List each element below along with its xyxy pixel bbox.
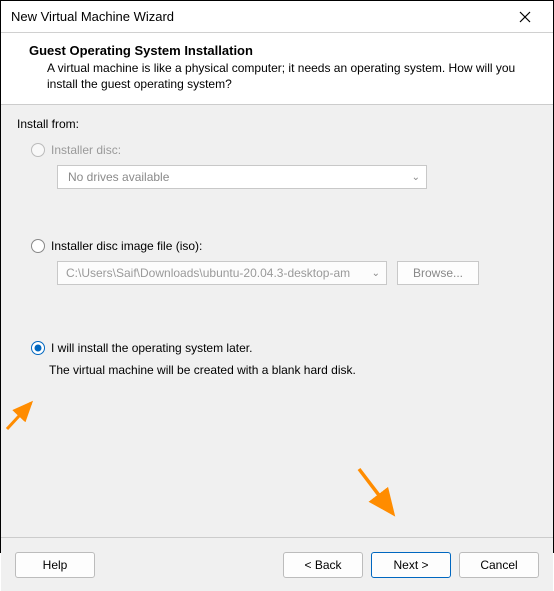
radio-iso-file[interactable] bbox=[31, 239, 45, 253]
titlebar: New Virtual Machine Wizard bbox=[1, 1, 553, 33]
chevron-down-icon: ⌄ bbox=[412, 172, 420, 183]
radio-installer-disc-label: Installer disc: bbox=[51, 143, 121, 157]
radio-install-later-label: I will install the operating system late… bbox=[51, 341, 252, 355]
install-from-label: Install from: bbox=[17, 117, 537, 131]
disc-drive-dropdown: No drives available ⌄ bbox=[57, 165, 427, 189]
wizard-content: Install from: Installer disc: No drives … bbox=[1, 105, 553, 537]
next-button[interactable]: Next > bbox=[371, 552, 451, 578]
option-iso-file[interactable]: Installer disc image file (iso): bbox=[31, 239, 537, 253]
iso-path-combobox: C:\Users\Saif\Downloads\ubuntu-20.04.3-d… bbox=[57, 261, 387, 285]
wizard-step-title: Guest Operating System Installation bbox=[29, 43, 537, 58]
wizard-step-description: A virtual machine is like a physical com… bbox=[29, 60, 537, 92]
close-button[interactable] bbox=[505, 3, 545, 31]
help-button[interactable]: Help bbox=[15, 552, 95, 578]
wizard-header: Guest Operating System Installation A vi… bbox=[1, 33, 553, 105]
back-button[interactable]: < Back bbox=[283, 552, 363, 578]
close-icon bbox=[519, 11, 531, 23]
option-install-later[interactable]: I will install the operating system late… bbox=[31, 341, 537, 355]
cancel-button[interactable]: Cancel bbox=[459, 552, 539, 578]
annotation-arrow-icon bbox=[353, 463, 413, 526]
option-installer-disc: Installer disc: bbox=[31, 143, 537, 157]
radio-install-later[interactable] bbox=[31, 341, 45, 355]
radio-iso-file-label: Installer disc image file (iso): bbox=[51, 239, 202, 253]
wizard-footer: Help < Back Next > Cancel bbox=[1, 537, 553, 591]
disc-drive-value: No drives available bbox=[68, 170, 169, 184]
install-later-hint: The virtual machine will be created with… bbox=[49, 363, 537, 377]
chevron-down-icon: ⌄ bbox=[372, 268, 380, 279]
iso-path-value: C:\Users\Saif\Downloads\ubuntu-20.04.3-d… bbox=[66, 266, 350, 280]
browse-button: Browse... bbox=[397, 261, 479, 285]
annotation-arrow-icon bbox=[3, 395, 53, 438]
radio-installer-disc bbox=[31, 143, 45, 157]
window-title: New Virtual Machine Wizard bbox=[11, 9, 174, 24]
